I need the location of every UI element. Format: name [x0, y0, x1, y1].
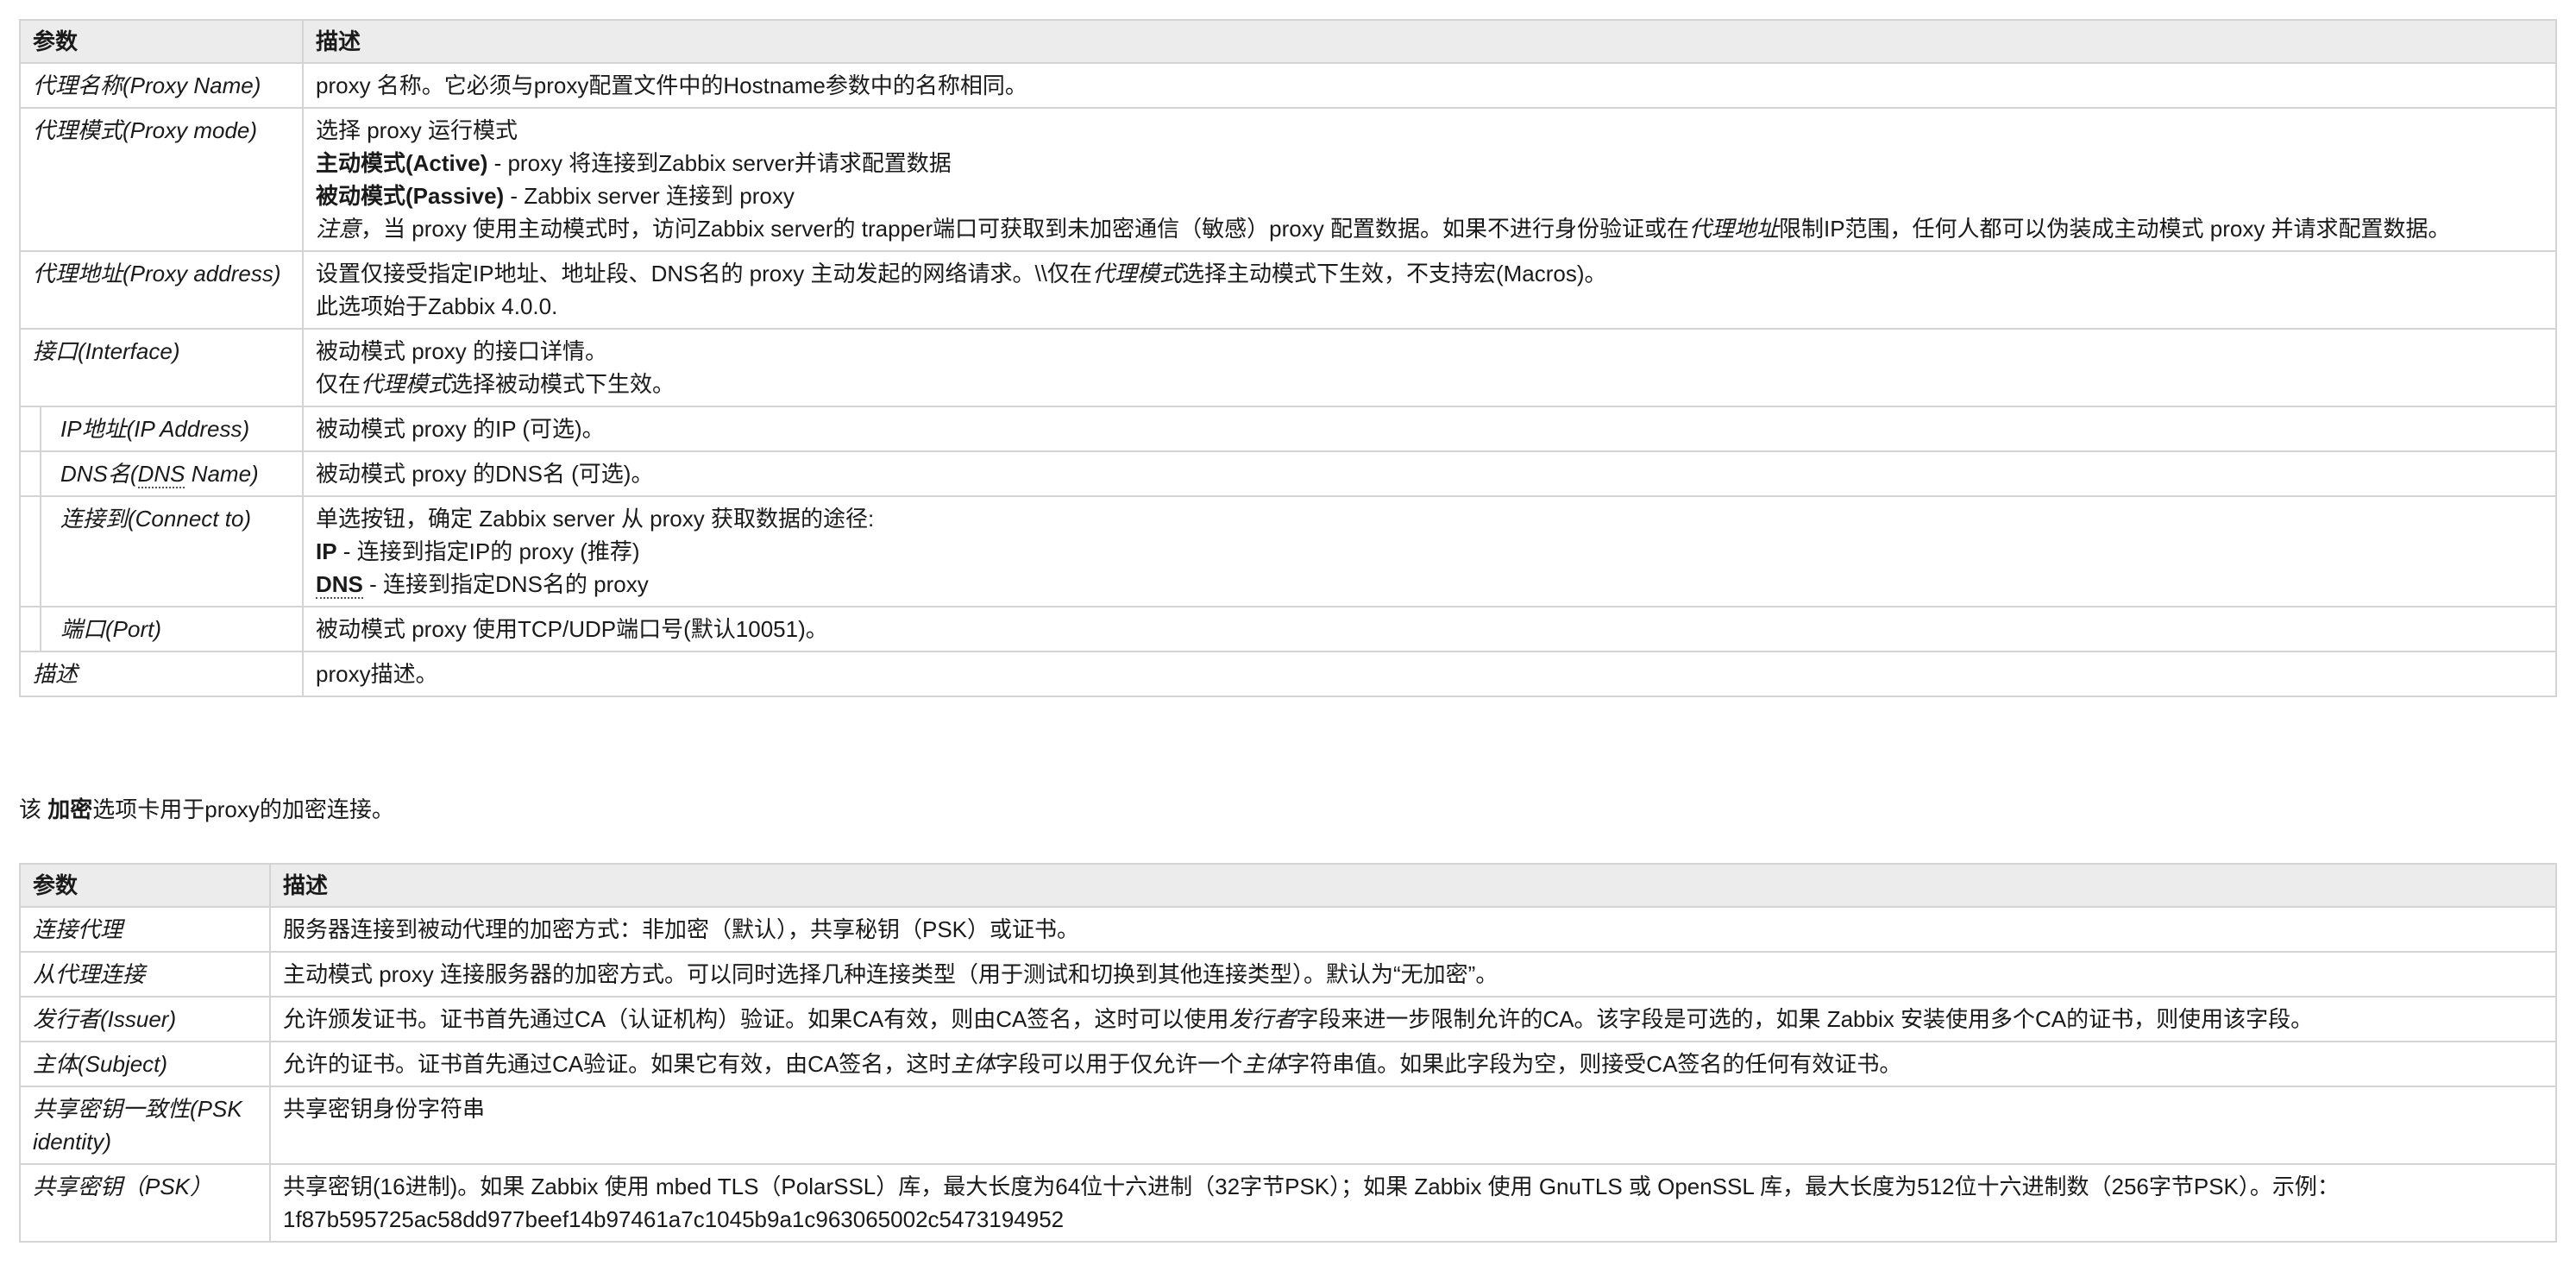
table-row: 代理模式(Proxy mode) 选择 proxy 运行模式 主动模式(Acti…	[19, 107, 2557, 252]
encryption-intro: 该 加密选项卡用于proxy的加密连接。	[19, 796, 394, 822]
desc-ip-address: 被动模式 proxy 的IP (可选)。	[302, 406, 2557, 452]
param-description: 描述	[19, 651, 304, 697]
param-proxy-mode: 代理模式(Proxy mode)	[19, 107, 304, 252]
param-dns-name: DNS名(DNS Name)	[19, 450, 304, 497]
desc-description: proxy描述。	[302, 651, 2557, 697]
table-row: 发行者(Issuer) 允许颁发证书。证书首先通过CA（认证机构）验证。如果CA…	[19, 996, 2557, 1042]
table-row: 共享密钥一致性(PSK identity) 共享密钥身份字符串	[19, 1086, 2557, 1165]
header-parameter: 参数	[19, 19, 304, 64]
table-row: 描述 proxy描述。	[19, 651, 2557, 697]
desc-psk: 共享密钥(16进制)。如果 Zabbix 使用 mbed TLS（PolarSS…	[269, 1163, 2557, 1243]
desc-connect-from-proxy: 主动模式 proxy 连接服务器的加密方式。可以同时选择几种连接类型（用于测试和…	[269, 951, 2557, 998]
param-proxy-address: 代理地址(Proxy address)	[19, 250, 304, 330]
table-header-row: 参数 描述	[19, 19, 2557, 64]
desc-proxy-address: 设置仅接受指定IP地址、地址段、DNS名的 proxy 主动发起的网络请求。\\…	[302, 250, 2557, 330]
param-connect-to-proxy: 连接代理	[19, 906, 271, 953]
table-row: 端口(Port) 被动模式 proxy 使用TCP/UDP端口号(默认10051…	[19, 606, 2557, 652]
header-parameter: 参数	[19, 863, 271, 908]
table-row: DNS名(DNS Name) 被动模式 proxy 的DNS名 (可选)。	[19, 450, 2557, 497]
param-psk-identity: 共享密钥一致性(PSK identity)	[19, 1086, 271, 1165]
table-row: IP地址(IP Address) 被动模式 proxy 的IP (可选)。	[19, 406, 2557, 452]
param-port: 端口(Port)	[19, 606, 304, 652]
proxy-parameters-table: 参数 描述 代理名称(Proxy Name) proxy 名称。它必须与prox…	[19, 19, 2557, 697]
param-proxy-name: 代理名称(Proxy Name)	[19, 62, 304, 109]
param-interface: 接口(Interface)	[19, 328, 304, 407]
desc-port: 被动模式 proxy 使用TCP/UDP端口号(默认10051)。	[302, 606, 2557, 652]
table-row: 连接代理 服务器连接到被动代理的加密方式：非加密（默认），共享秘钥（PSK）或证…	[19, 906, 2557, 953]
table-row: 从代理连接 主动模式 proxy 连接服务器的加密方式。可以同时选择几种连接类型…	[19, 951, 2557, 998]
table-row: 接口(Interface) 被动模式 proxy 的接口详情。 仅在代理模式选择…	[19, 328, 2557, 407]
param-connect-from-proxy: 从代理连接	[19, 951, 271, 998]
param-psk: 共享密钥（PSK）	[19, 1163, 271, 1243]
param-issuer: 发行者(Issuer)	[19, 996, 271, 1042]
desc-psk-identity: 共享密钥身份字符串	[269, 1086, 2557, 1165]
param-connect-to: 连接到(Connect to)	[19, 495, 304, 607]
encryption-parameters-table: 参数 描述 连接代理 服务器连接到被动代理的加密方式：非加密（默认），共享秘钥（…	[19, 863, 2557, 1243]
desc-interface: 被动模式 proxy 的接口详情。 仅在代理模式选择被动模式下生效。	[302, 328, 2557, 407]
desc-proxy-mode: 选择 proxy 运行模式 主动模式(Active) - proxy 将连接到Z…	[302, 107, 2557, 252]
desc-connect-to-proxy: 服务器连接到被动代理的加密方式：非加密（默认），共享秘钥（PSK）或证书。	[269, 906, 2557, 953]
desc-proxy-name: proxy 名称。它必须与proxy配置文件中的Hostname参数中的名称相同…	[302, 62, 2557, 109]
header-description: 描述	[302, 19, 2557, 64]
param-subject: 主体(Subject)	[19, 1041, 271, 1087]
desc-subject: 允许的证书。证书首先通过CA验证。如果它有效，由CA签名，这时主体字段可以用于仅…	[269, 1041, 2557, 1087]
desc-issuer: 允许颁发证书。证书首先通过CA（认证机构）验证。如果CA有效，则由CA签名，这时…	[269, 996, 2557, 1042]
param-ip-address: IP地址(IP Address)	[19, 406, 304, 452]
desc-dns-name: 被动模式 proxy 的DNS名 (可选)。	[302, 450, 2557, 497]
table-row: 连接到(Connect to) 单选按钮，确定 Zabbix server 从 …	[19, 495, 2557, 607]
table-row: 共享密钥（PSK） 共享密钥(16进制)。如果 Zabbix 使用 mbed T…	[19, 1163, 2557, 1243]
desc-connect-to: 单选按钮，确定 Zabbix server 从 proxy 获取数据的途径: I…	[302, 495, 2557, 607]
documentation-page: 参数 描述 代理名称(Proxy Name) proxy 名称。它必须与prox…	[0, 0, 2576, 1284]
table-row: 代理地址(Proxy address) 设置仅接受指定IP地址、地址段、DNS名…	[19, 250, 2557, 330]
table-header-row: 参数 描述	[19, 863, 2557, 908]
table-row: 主体(Subject) 允许的证书。证书首先通过CA验证。如果它有效，由CA签名…	[19, 1041, 2557, 1087]
table-row: 代理名称(Proxy Name) proxy 名称。它必须与proxy配置文件中…	[19, 62, 2557, 109]
header-description: 描述	[269, 863, 2557, 908]
